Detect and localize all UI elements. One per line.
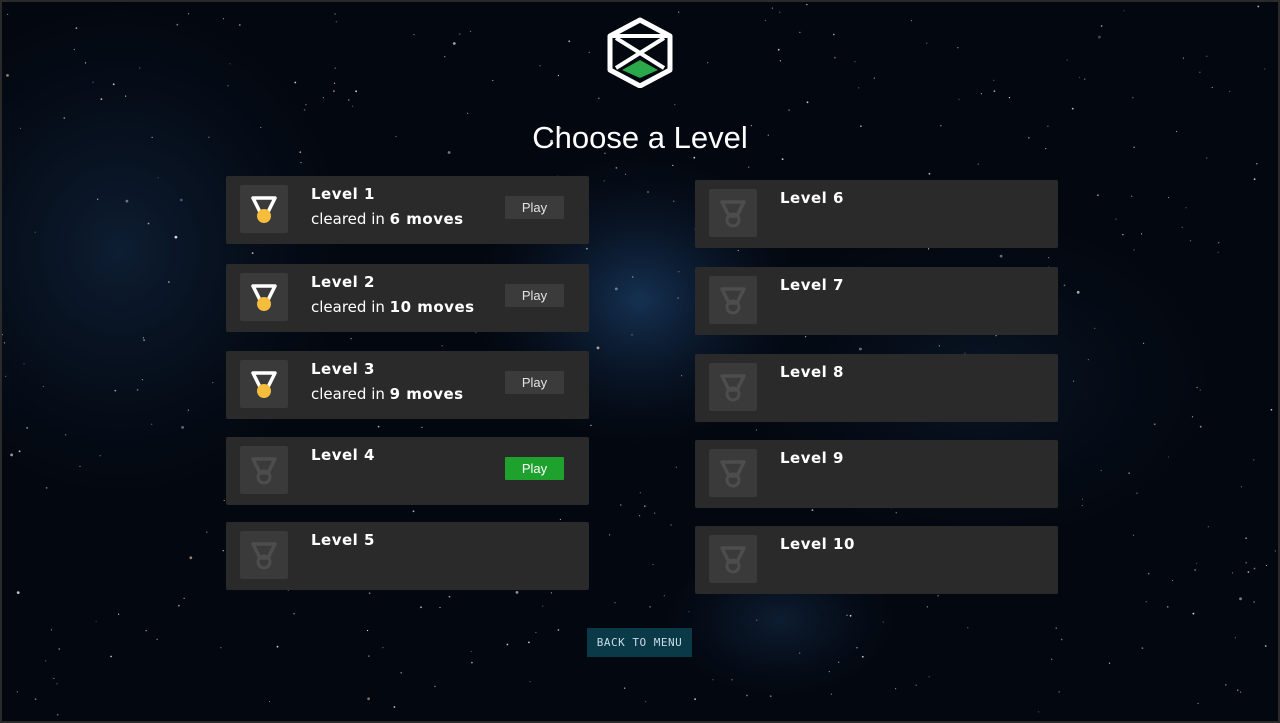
level-card-4: Level 4 Play	[226, 437, 589, 505]
medal-slot	[709, 276, 757, 324]
level-card-10: Level 10	[695, 526, 1058, 594]
level-result: cleared in 10 moves	[311, 298, 475, 316]
level-card-1: Level 1 cleared in 6 moves Play	[226, 176, 589, 244]
play-button-level-4[interactable]: Play	[505, 457, 564, 480]
gold-medal-icon	[251, 284, 277, 311]
page-title: Choose a Level	[532, 120, 748, 155]
locked-medal-icon	[720, 374, 746, 402]
level-title: Level 10	[780, 535, 855, 553]
medal-slot	[709, 449, 757, 497]
locked-medal-icon	[720, 546, 746, 574]
locked-medal-icon	[720, 287, 746, 315]
level-title: Level 3	[311, 360, 375, 378]
locked-medal-icon	[720, 460, 746, 488]
level-card-9: Level 9	[695, 440, 1058, 508]
app-logo-icon	[607, 17, 673, 88]
level-title: Level 8	[780, 363, 844, 381]
level-card-7: Level 7	[695, 267, 1058, 335]
level-title: Level 6	[780, 189, 844, 207]
locked-medal-icon	[251, 457, 277, 485]
locked-medal-icon	[251, 542, 277, 570]
level-title: Level 7	[780, 276, 844, 294]
level-title: Level 9	[780, 449, 844, 467]
medal-slot	[240, 360, 288, 408]
medal-slot	[240, 531, 288, 579]
medal-slot	[709, 535, 757, 583]
medal-slot	[709, 363, 757, 411]
medal-slot	[240, 273, 288, 321]
medal-slot	[240, 185, 288, 233]
starfield-background	[0, 0, 1280, 723]
level-title: Level 4	[311, 446, 375, 464]
level-title: Level 1	[311, 185, 375, 203]
gold-medal-icon	[251, 371, 277, 398]
level-title: Level 2	[311, 273, 375, 291]
locked-medal-icon	[720, 200, 746, 228]
level-result: cleared in 6 moves	[311, 210, 464, 228]
level-result: cleared in 9 moves	[311, 385, 464, 403]
play-button-level-1[interactable]: Play	[505, 196, 564, 219]
level-card-6: Level 6	[695, 180, 1058, 248]
level-card-8: Level 8	[695, 354, 1058, 422]
level-card-3: Level 3 cleared in 9 moves Play	[226, 351, 589, 419]
play-button-level-3[interactable]: Play	[505, 371, 564, 394]
play-button-level-2[interactable]: Play	[505, 284, 564, 307]
back-to-menu-button[interactable]: BACK TO MENU	[587, 628, 692, 657]
medal-slot	[709, 189, 757, 237]
level-card-5: Level 5	[226, 522, 589, 590]
gold-medal-icon	[251, 196, 277, 223]
medal-slot	[240, 446, 288, 494]
level-card-2: Level 2 cleared in 10 moves Play	[226, 264, 589, 332]
level-title: Level 5	[311, 531, 375, 549]
